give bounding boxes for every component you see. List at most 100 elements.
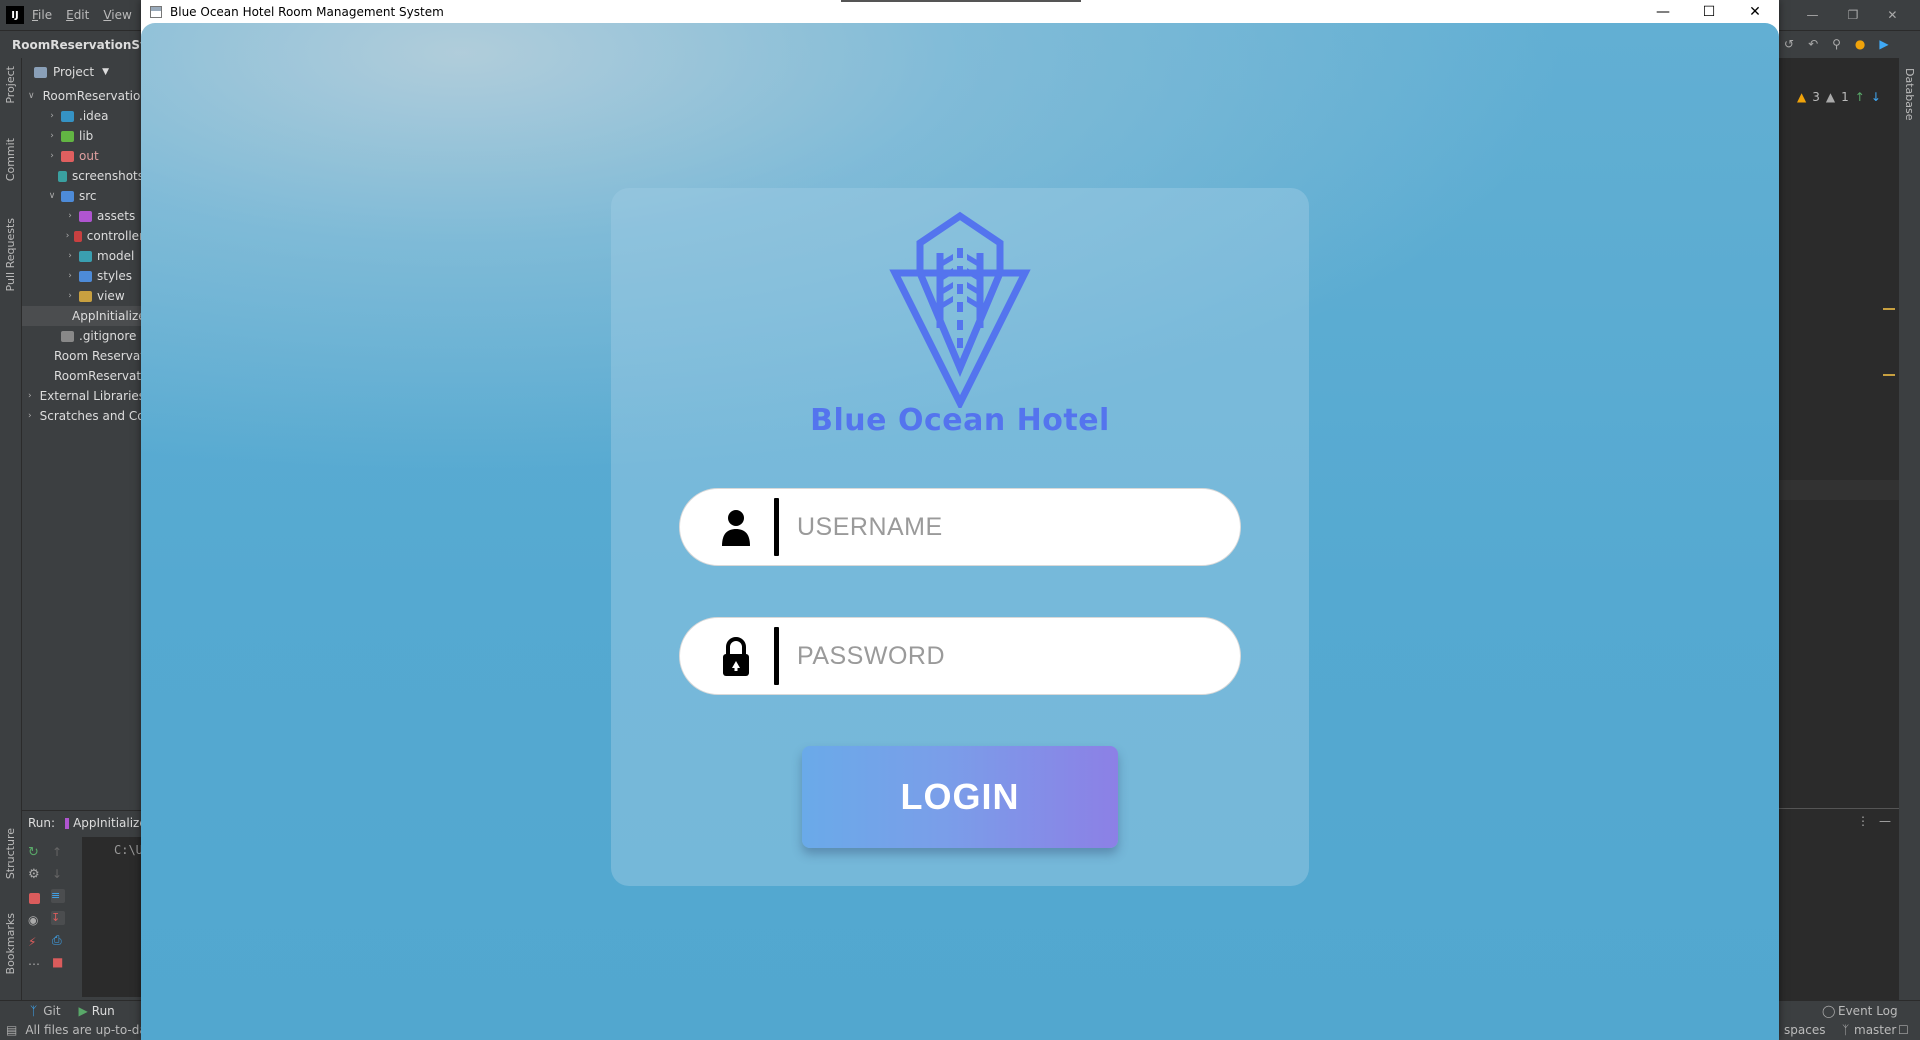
tree-item-label: model — [97, 249, 135, 263]
tree-item[interactable]: .gitignore — [22, 326, 144, 346]
tree-item-label: src — [79, 189, 97, 203]
print-icon[interactable]: ⎙ — [52, 933, 66, 947]
code-with-me-icon[interactable]: ▶ — [1879, 37, 1888, 51]
chevron-right-icon[interactable]: › — [46, 131, 58, 141]
search-icon[interactable]: ⚲ — [1832, 37, 1841, 51]
bottom-tab-run[interactable]: Run — [92, 1004, 115, 1018]
tree-item[interactable]: › .idea — [22, 106, 144, 126]
app-titlebar[interactable]: Blue Ocean Hotel Room Management System … — [141, 0, 1779, 23]
prev-highlight-icon[interactable]: ↑ — [1855, 90, 1865, 104]
rollback-icon[interactable]: ↶ — [1808, 37, 1818, 51]
tree-item[interactable]: screenshots — [22, 166, 144, 186]
chevron-right-icon[interactable]: › — [64, 291, 76, 301]
menu-file[interactable]: File — [32, 8, 52, 22]
scroll-down-icon[interactable]: ↓ — [52, 867, 66, 881]
tab-structure[interactable]: Structure — [4, 828, 17, 879]
bottom-tab-git[interactable]: Git — [43, 1004, 60, 1018]
warning-count: 3 — [1812, 90, 1820, 104]
minimize-icon[interactable]: — — [1640, 0, 1686, 23]
chevron-right-icon[interactable]: › — [64, 211, 76, 221]
tree-item[interactable]: › controller — [22, 226, 144, 246]
tree-item[interactable]: › Scratches and Consoles — [22, 406, 144, 426]
chevron-right-icon[interactable]: › — [28, 391, 32, 401]
soft-wrap-icon[interactable]: ≡ — [51, 889, 65, 903]
tab-bookmarks[interactable]: Bookmarks — [4, 913, 17, 974]
scroll-to-end-icon[interactable]: ↧ — [51, 911, 65, 925]
folder-icon — [61, 130, 74, 142]
chevron-down-icon: ▼ — [102, 67, 109, 77]
update-icon[interactable]: ● — [1855, 37, 1865, 51]
chevron-right-icon[interactable]: › — [46, 111, 58, 121]
tree-item[interactable]: ∨ RoomReservationSystem — [22, 86, 144, 106]
run-panel-header: Run: AppInitializer — [22, 811, 152, 835]
intellij-logo-icon: IJ — [6, 6, 24, 24]
chevron-down-icon[interactable]: ∨ — [28, 91, 35, 101]
password-field[interactable] — [679, 617, 1241, 695]
tree-item-label: assets — [97, 209, 136, 223]
ide-restore-icon[interactable]: ❐ — [1848, 8, 1859, 22]
folder-icon — [79, 250, 92, 262]
tree-item[interactable]: › External Libraries — [22, 386, 144, 406]
folder-icon — [34, 66, 47, 78]
tab-pull-requests[interactable]: Pull Requests — [4, 218, 17, 291]
camera-icon[interactable]: ◉ — [28, 913, 42, 927]
lock-icon[interactable]: ☐ — [1898, 1023, 1909, 1037]
run-console[interactable]: C:\Users — [82, 837, 172, 997]
tree-item[interactable]: Room Reservation — [22, 346, 144, 366]
branch-status[interactable]: master — [1854, 1023, 1896, 1037]
folder-icon — [61, 110, 74, 122]
indent-status[interactable]: spaces — [1784, 1023, 1825, 1037]
tab-project[interactable]: Project — [4, 66, 17, 104]
trash-icon[interactable]: ■ — [52, 955, 66, 969]
caret-row-highlight — [1779, 480, 1899, 500]
inspection-widget[interactable]: ▲ 3 ▲ 1 ↑ ↓ — [1797, 90, 1881, 104]
chevron-right-icon[interactable]: › — [64, 231, 71, 241]
login-button[interactable]: LOGIN — [802, 746, 1118, 848]
settings-icon[interactable]: ⚙ — [28, 867, 42, 882]
bottom-tab-event-log[interactable]: Event Log — [1838, 1004, 1898, 1018]
more-icon[interactable]: ⋯ — [28, 957, 42, 971]
history-icon[interactable]: ↺ — [1784, 37, 1794, 51]
username-input[interactable] — [797, 512, 1217, 542]
tree-item-label: view — [97, 289, 125, 303]
tab-commit[interactable]: Commit — [4, 138, 17, 181]
menu-edit[interactable]: Edit — [66, 8, 89, 22]
plug-icon[interactable]: ⚡ — [28, 935, 42, 949]
hide-icon[interactable]: — — [1879, 814, 1891, 828]
stop-icon[interactable] — [29, 893, 40, 904]
tree-item[interactable]: AppInitializer — [22, 306, 144, 326]
editor-right-panel: ▲ 3 ▲ 1 ↑ ↓ ⋮ — — [1779, 58, 1899, 1000]
menu-view[interactable]: View — [103, 8, 131, 22]
maximize-icon[interactable]: ☐ — [1686, 0, 1732, 23]
scroll-up-icon[interactable]: ↑ — [52, 845, 66, 859]
ide-close-icon[interactable]: ✕ — [1887, 8, 1897, 22]
tree-item[interactable]: › model — [22, 246, 144, 266]
tree-item[interactable]: RoomReservation — [22, 366, 144, 386]
hotel-logo — [611, 208, 1309, 412]
close-icon[interactable]: ✕ — [1732, 0, 1778, 23]
tree-item-label: lib — [79, 129, 94, 143]
chevron-right-icon[interactable]: › — [46, 151, 58, 161]
ide-minimize-icon[interactable]: — — [1807, 8, 1819, 22]
tree-item[interactable]: › styles — [22, 266, 144, 286]
chevron-right-icon[interactable]: › — [64, 251, 76, 261]
tree-item[interactable]: › lib — [22, 126, 144, 146]
project-panel-header[interactable]: Project ▼ — [22, 58, 144, 86]
tree-item[interactable]: › assets — [22, 206, 144, 226]
run-tab[interactable]: AppInitializer — [73, 816, 152, 830]
options-icon[interactable]: ⋮ — [1857, 814, 1869, 828]
username-field[interactable] — [679, 488, 1241, 566]
chevron-right-icon[interactable]: › — [28, 411, 32, 421]
password-input[interactable] — [797, 641, 1217, 671]
rerun-icon[interactable]: ↻ — [28, 845, 42, 860]
tree-item-label: controller — [86, 229, 144, 243]
user-icon — [704, 488, 768, 566]
tree-item[interactable]: › view — [22, 286, 144, 306]
next-highlight-icon[interactable]: ↓ — [1871, 90, 1881, 104]
chevron-down-icon[interactable]: ∨ — [46, 191, 58, 201]
tree-item[interactable]: ∨ src — [22, 186, 144, 206]
tree-item[interactable]: › out — [22, 146, 144, 166]
tree-item-label: RoomReservation — [54, 369, 144, 383]
tab-database[interactable]: Database — [1903, 68, 1916, 121]
chevron-right-icon[interactable]: › — [64, 271, 76, 281]
